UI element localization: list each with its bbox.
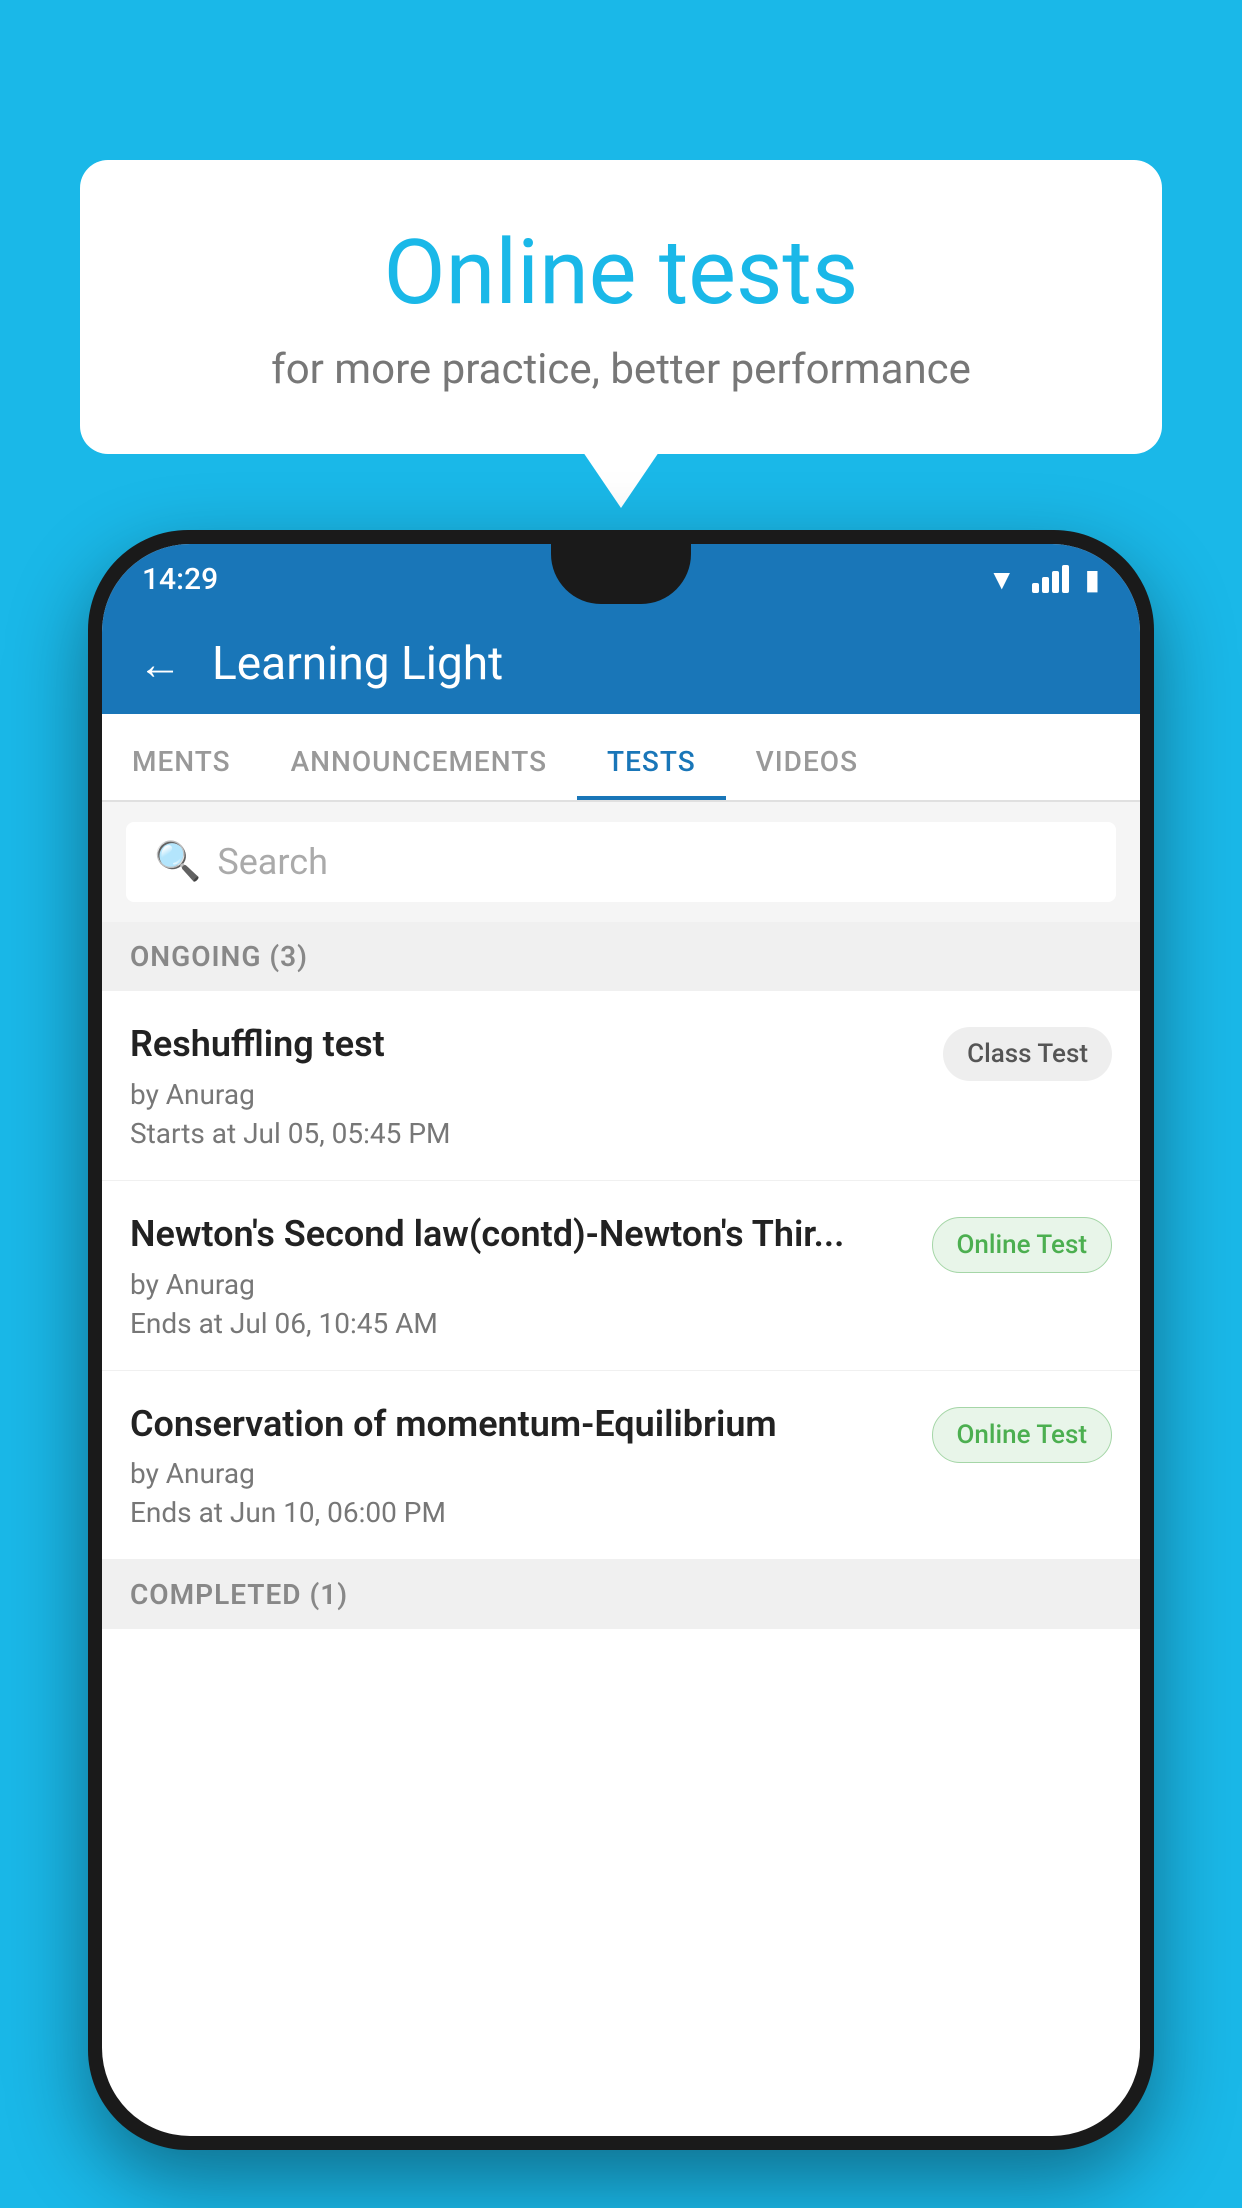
phone-screen: 14:29 ▼ ▮ ← Learning Light MENTS ANNOUNC… — [102, 544, 1140, 2136]
table-row[interactable]: Conservation of momentum-Equilibrium by … — [102, 1371, 1140, 1561]
test-name-3: Conservation of momentum-Equilibrium — [130, 1401, 912, 1448]
app-title: Learning Light — [212, 637, 503, 691]
signal-bars-icon — [1032, 565, 1069, 593]
test-name-1: Reshuffling test — [130, 1021, 923, 1068]
badge-online-test-2: Online Test — [932, 1217, 1113, 1273]
badge-class-test-1: Class Test — [943, 1027, 1112, 1081]
badge-online-test-3: Online Test — [932, 1407, 1113, 1463]
battery-icon: ▮ — [1085, 563, 1100, 596]
status-icons: ▼ ▮ — [988, 563, 1100, 596]
table-row[interactable]: Reshuffling test by Anurag Starts at Jul… — [102, 991, 1140, 1181]
wifi-icon: ▼ — [988, 563, 1016, 596]
app-header: ← Learning Light — [102, 614, 1140, 714]
test-author-3: by Anurag — [130, 1457, 912, 1490]
search-box[interactable]: 🔍 Search — [126, 822, 1116, 902]
back-button[interactable]: ← — [138, 638, 182, 690]
test-info-1: Reshuffling test by Anurag Starts at Jul… — [130, 1021, 943, 1150]
tabs-bar: MENTS ANNOUNCEMENTS TESTS VIDEOS — [102, 714, 1140, 802]
tests-list: Reshuffling test by Anurag Starts at Jul… — [102, 991, 1140, 1560]
search-input[interactable]: Search — [217, 841, 328, 883]
test-name-2: Newton's Second law(contd)-Newton's Thir… — [130, 1211, 912, 1258]
test-info-3: Conservation of momentum-Equilibrium by … — [130, 1401, 932, 1530]
ongoing-label: ONGOING (3) — [130, 940, 308, 973]
tab-announcements[interactable]: ANNOUNCEMENTS — [261, 745, 577, 800]
bubble-title: Online tests — [160, 220, 1082, 325]
status-time: 14:29 — [142, 562, 218, 597]
phone-outer-frame: 14:29 ▼ ▮ ← Learning Light MENTS ANNOUNC… — [88, 530, 1154, 2150]
test-date-2: Ends at Jul 06, 10:45 AM — [130, 1307, 912, 1340]
test-date-3: Ends at Jun 10, 06:00 PM — [130, 1496, 912, 1529]
search-icon: 🔍 — [154, 840, 201, 884]
speech-bubble: Online tests for more practice, better p… — [80, 160, 1162, 454]
table-row[interactable]: Newton's Second law(contd)-Newton's Thir… — [102, 1181, 1140, 1371]
completed-label: COMPLETED (1) — [130, 1578, 348, 1611]
tab-videos[interactable]: VIDEOS — [726, 745, 888, 800]
tab-ments[interactable]: MENTS — [102, 745, 261, 800]
test-date-1: Starts at Jul 05, 05:45 PM — [130, 1117, 923, 1150]
test-author-2: by Anurag — [130, 1268, 912, 1301]
ongoing-section-header: ONGOING (3) — [102, 922, 1140, 991]
phone-device: 14:29 ▼ ▮ ← Learning Light MENTS ANNOUNC… — [88, 530, 1154, 2208]
bubble-subtitle: for more practice, better performance — [160, 345, 1082, 394]
test-info-2: Newton's Second law(contd)-Newton's Thir… — [130, 1211, 932, 1340]
test-author-1: by Anurag — [130, 1078, 923, 1111]
tab-tests[interactable]: TESTS — [577, 745, 726, 800]
completed-section-header: COMPLETED (1) — [102, 1560, 1140, 1629]
search-area: 🔍 Search — [102, 802, 1140, 922]
